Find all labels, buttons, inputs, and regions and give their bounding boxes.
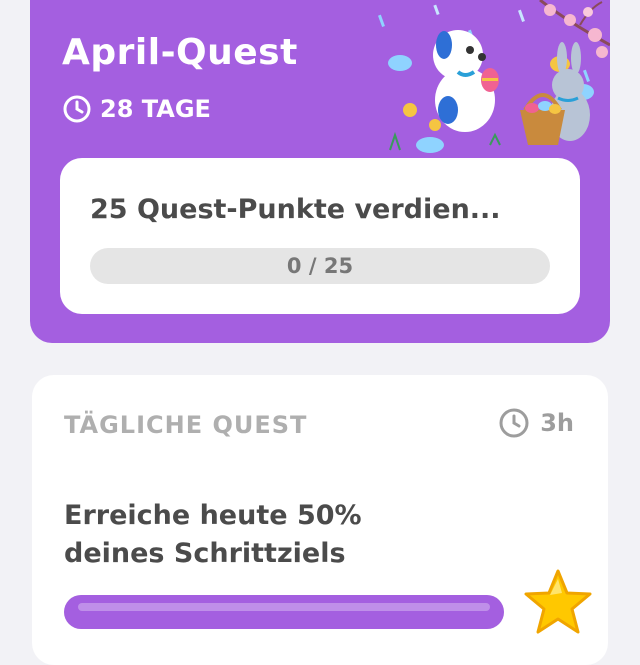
days-remaining: 28 TAGE — [62, 92, 211, 126]
daily-quest-card[interactable]: TÄGLICHE QUEST 3h Erreiche heute 50% dei… — [32, 375, 608, 665]
star-icon — [524, 569, 592, 634]
daily-progress-fill — [64, 595, 504, 629]
quest-progress-card[interactable]: 25 Quest-Punkte verdien... 0 / 25 — [60, 158, 580, 314]
quest-progress-label: 0 / 25 — [286, 254, 354, 278]
easter-illustration — [378, 0, 610, 153]
daily-quest-task: Erreiche heute 50% deines Schrittziels — [64, 500, 362, 569]
monthly-quest-title: April-Quest — [62, 32, 298, 73]
monthly-quest-card[interactable]: April-Quest 28 TAGE 25 Quest-Punkte verd… — [30, 0, 610, 343]
daily-progress-bar — [64, 595, 504, 629]
daily-quest-timer-label: 3h — [540, 409, 574, 437]
quest-task-text: 25 Quest-Punkte verdien... — [90, 194, 501, 225]
clock-icon — [499, 408, 529, 438]
quest-progress-bar: 0 / 25 — [90, 248, 550, 284]
daily-quest-timer: 3h — [498, 407, 574, 439]
daily-quest-header: TÄGLICHE QUEST — [64, 411, 308, 439]
clock-icon — [63, 95, 91, 123]
days-remaining-label: 28 TAGE — [100, 95, 211, 123]
